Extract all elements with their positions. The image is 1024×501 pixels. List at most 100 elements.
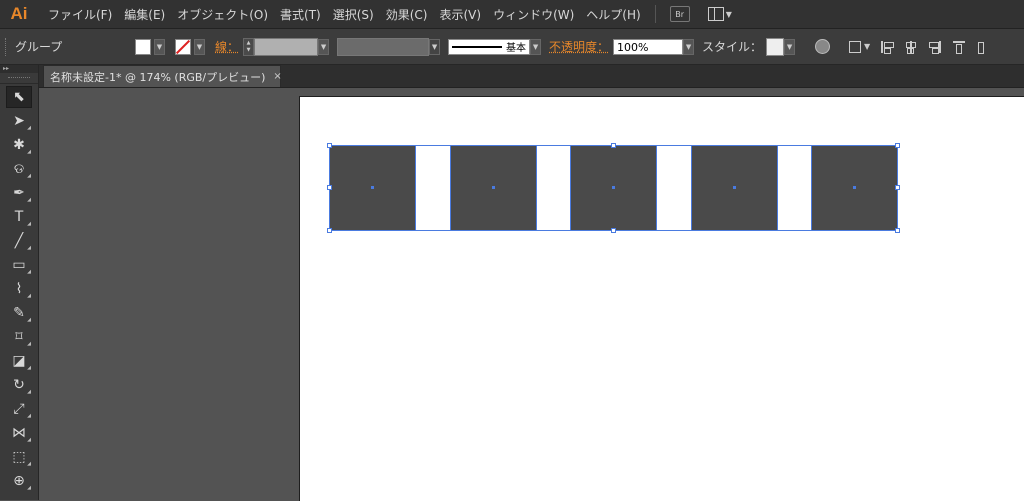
menu-help[interactable]: ヘルプ(H) bbox=[580, 6, 646, 23]
line-segment-tool[interactable]: ╱ ◢ bbox=[6, 230, 32, 252]
type-tool[interactable]: T ◢ bbox=[6, 206, 32, 228]
chevron-down-icon[interactable]: ▼ bbox=[784, 38, 796, 55]
align-left-icon[interactable] bbox=[880, 40, 895, 54]
flyout-indicator-icon: ◢ bbox=[27, 197, 31, 203]
free-transform-icon: ⬚ bbox=[12, 449, 26, 465]
stroke-weight-stepper[interactable]: ▲ ▼ bbox=[243, 37, 255, 56]
variable-width-profile[interactable] bbox=[337, 37, 430, 56]
free-transform-tool[interactable]: ⬚ ◢ bbox=[6, 446, 32, 468]
chevron-down-icon[interactable]: ▼ bbox=[530, 38, 542, 55]
workspace-switcher-button[interactable]: ▼ bbox=[707, 7, 732, 21]
chevron-down-icon[interactable]: ▼ bbox=[429, 38, 441, 55]
menu-effect[interactable]: 効果(C) bbox=[380, 6, 434, 23]
stroke-swatch[interactable] bbox=[175, 38, 191, 55]
bridge-button[interactable]: Br bbox=[669, 6, 690, 22]
menu-divider bbox=[654, 5, 656, 23]
center-point bbox=[853, 186, 856, 189]
artboard[interactable] bbox=[299, 96, 1024, 501]
document-tab-bar: 名称未設定-1* @ 174% (RGB/プレビュー) × bbox=[39, 65, 1024, 88]
selection-type-label: グループ bbox=[15, 40, 63, 54]
menu-select[interactable]: 選択(S) bbox=[327, 6, 380, 23]
menu-file[interactable]: ファイル(F) bbox=[42, 6, 118, 23]
eraser-tool[interactable]: ◪ ◢ bbox=[6, 350, 32, 372]
align-right-icon[interactable] bbox=[928, 40, 942, 54]
menu-type[interactable]: 書式(T) bbox=[274, 6, 327, 23]
stroke-weight-input[interactable] bbox=[254, 37, 319, 56]
close-icon[interactable]: × bbox=[273, 71, 281, 82]
align-vcenter-icon[interactable] bbox=[976, 40, 990, 54]
tools-panel-grip[interactable] bbox=[0, 73, 38, 84]
blob-brush-tool[interactable]: ⌑ ◢ bbox=[6, 326, 32, 348]
eraser-icon: ◪ bbox=[12, 353, 26, 369]
bbox-handle-top-left[interactable] bbox=[327, 143, 332, 148]
opacity-input[interactable]: 100% bbox=[613, 38, 684, 55]
align-center-icon[interactable] bbox=[904, 40, 918, 54]
panel-grip[interactable] bbox=[5, 37, 9, 56]
opacity-label[interactable]: 不透明度： bbox=[549, 38, 609, 55]
bbox-handle-bottom-left[interactable] bbox=[327, 228, 332, 233]
type-icon: T bbox=[14, 209, 24, 225]
menu-view[interactable]: 表示(V) bbox=[433, 6, 487, 23]
pencil-tool[interactable]: ✎ ◢ bbox=[6, 302, 32, 324]
document-tab-title: 名称未設定-1* @ 174% (RGB/プレビュー) bbox=[50, 70, 266, 84]
scale-tool[interactable]: ⤢ ◢ bbox=[6, 398, 32, 420]
align-top-icon[interactable] bbox=[952, 40, 966, 54]
fill-color-control[interactable]: ▼ bbox=[135, 38, 165, 55]
style-label: スタイル： bbox=[702, 40, 763, 54]
width-tool[interactable]: ⋈ ◢ bbox=[6, 422, 32, 444]
chevron-down-icon[interactable]: ▼ bbox=[194, 38, 205, 55]
flyout-indicator-icon: ◢ bbox=[27, 125, 31, 131]
paintbrush-tool[interactable]: ⌇ ◢ bbox=[6, 278, 32, 300]
brush-definition[interactable]: 基本 bbox=[448, 38, 531, 55]
rectangle-object[interactable] bbox=[691, 145, 778, 231]
rectangle-object[interactable] bbox=[570, 145, 657, 231]
rectangle-tool[interactable]: ▭ ◢ bbox=[6, 254, 32, 276]
center-point bbox=[733, 186, 736, 189]
tools-panel-collapse[interactable]: ▸▸ bbox=[0, 65, 38, 73]
menu-edit[interactable]: 編集(E) bbox=[118, 6, 171, 23]
direct-selection-icon: ➤ bbox=[13, 113, 25, 129]
magic-wand-tool[interactable]: ✱ ◢ bbox=[6, 134, 32, 156]
canvas-area[interactable] bbox=[39, 88, 1024, 501]
chevron-down-icon[interactable]: ▼ bbox=[864, 42, 870, 51]
rectangle-object[interactable] bbox=[450, 145, 537, 231]
chevron-down-icon[interactable]: ▼ bbox=[683, 38, 695, 55]
flyout-indicator-icon: ◢ bbox=[27, 413, 31, 419]
bbox-handle-middle-left[interactable] bbox=[327, 185, 332, 190]
flyout-indicator-icon: ◢ bbox=[27, 269, 31, 275]
stroke-color-control[interactable]: ▼ bbox=[175, 38, 205, 55]
lasso-tool[interactable]: ଡ ◢ bbox=[6, 158, 32, 180]
graphic-style-swatch[interactable] bbox=[766, 37, 785, 56]
selection-tool[interactable]: ⬉ bbox=[6, 86, 32, 108]
shape-builder-icon: ⊕ bbox=[13, 473, 25, 489]
menu-bar: Ai ファイル(F) 編集(E) オブジェクト(O) 書式(T) 選択(S) 効… bbox=[0, 0, 1024, 29]
recolor-artwork-icon[interactable] bbox=[815, 39, 831, 54]
selection-icon: ⬉ bbox=[13, 89, 25, 105]
fill-swatch[interactable] bbox=[135, 38, 151, 55]
chevron-down-icon[interactable]: ▼ bbox=[154, 38, 165, 55]
flyout-indicator-icon: ◢ bbox=[27, 245, 31, 251]
control-bar: グループ ▼ ▼ 線： ▲ ▼ ▼ ▼ 基本 ▼ 不透明度： 100% ▼ スタイ… bbox=[0, 29, 1024, 65]
line-segment-icon: ╱ bbox=[14, 233, 24, 249]
shape-builder-tool[interactable]: ⊕ ◢ bbox=[6, 470, 32, 492]
rotate-icon: ↻ bbox=[13, 377, 25, 393]
bbox-handle-middle-right[interactable] bbox=[895, 185, 900, 190]
rectangle-object[interactable] bbox=[329, 145, 416, 231]
bbox-handle-bottom-right[interactable] bbox=[895, 228, 900, 233]
rectangle-object[interactable] bbox=[811, 145, 898, 231]
stroke-weight-label[interactable]: 線： bbox=[215, 38, 239, 55]
direct-selection-tool[interactable]: ➤ ◢ bbox=[6, 110, 32, 132]
chevron-down-icon[interactable]: ▼ bbox=[318, 38, 330, 55]
bbox-handle-bottom-center[interactable] bbox=[611, 228, 616, 233]
menu-object[interactable]: オブジェクト(O) bbox=[171, 6, 274, 23]
bbox-handle-top-center[interactable] bbox=[611, 143, 616, 148]
rotate-tool[interactable]: ↻ ◢ bbox=[6, 374, 32, 396]
menu-window[interactable]: ウィンドウ(W) bbox=[487, 6, 580, 23]
bbox-handle-top-right[interactable] bbox=[895, 143, 900, 148]
transform-icon[interactable] bbox=[848, 40, 862, 54]
flyout-indicator-icon: ◢ bbox=[27, 293, 31, 299]
brush-name: 基本 bbox=[506, 43, 527, 54]
pencil-icon: ✎ bbox=[13, 305, 25, 321]
document-tab[interactable]: 名称未設定-1* @ 174% (RGB/プレビュー) × bbox=[43, 65, 282, 87]
pen-tool[interactable]: ✒ ◢ bbox=[6, 182, 32, 204]
